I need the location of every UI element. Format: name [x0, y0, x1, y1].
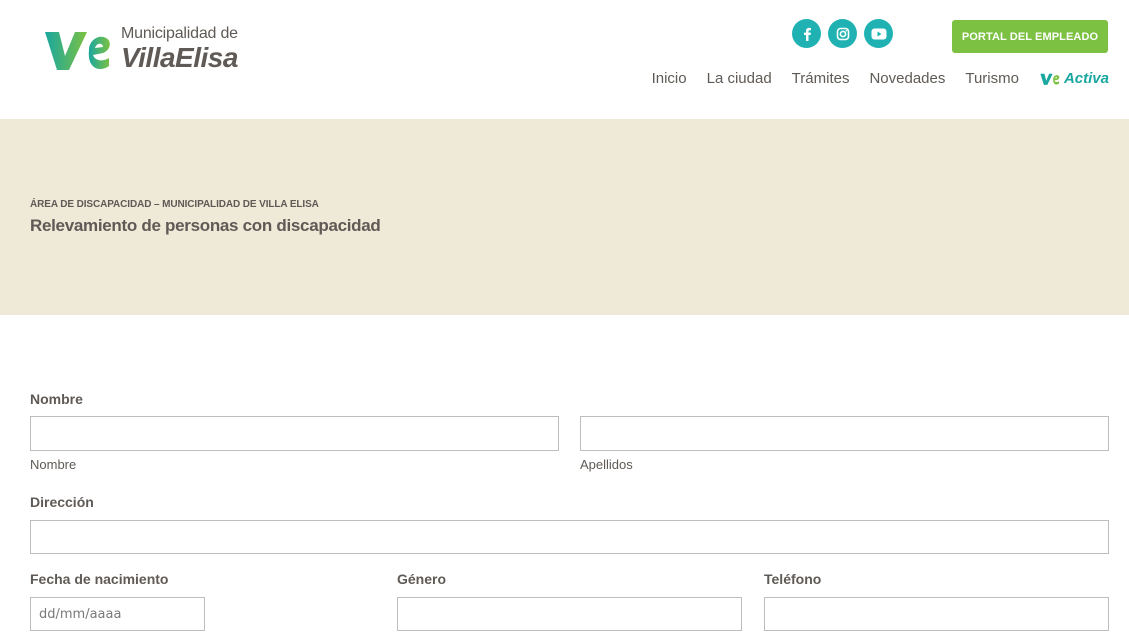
- logo-text-top: Municipalidad de: [121, 25, 238, 42]
- address-input[interactable]: [30, 520, 1109, 554]
- last-name-input[interactable]: [580, 416, 1109, 451]
- first-name-sublabel: Nombre: [30, 457, 77, 472]
- nav-item-la-ciudad[interactable]: La ciudad: [707, 70, 772, 87]
- logo-text-bottom: VillaElisa: [121, 42, 238, 73]
- youtube-icon: [871, 28, 886, 39]
- nav-item-ve-activa[interactable]: Activa: [1039, 70, 1109, 87]
- phone-input[interactable]: [764, 597, 1109, 631]
- ve-activa-logo-icon: [1040, 73, 1060, 85]
- nav-item-turismo[interactable]: Turismo: [965, 70, 1019, 87]
- banner-kicker: ÁREA DE DISCAPACIDAD – MUNICIPALIDAD DE …: [30, 199, 319, 210]
- fecha-nacimiento-label: Fecha de nacimiento: [30, 571, 169, 587]
- ve-logo-icon: [45, 32, 110, 70]
- genero-label: Género: [397, 571, 447, 587]
- nombre-label: Nombre: [30, 391, 83, 407]
- youtube-link[interactable]: [864, 19, 893, 48]
- site-header: Municipalidad de VillaElisa PORTAL DEL E…: [0, 0, 1129, 119]
- page-title: Relevamiento de personas con discapacida…: [30, 216, 381, 235]
- first-name-input[interactable]: [30, 416, 559, 451]
- nav-item-novedades[interactable]: Novedades: [869, 70, 945, 87]
- facebook-icon: [803, 27, 811, 41]
- instagram-link[interactable]: [828, 19, 857, 48]
- main-nav: Inicio La ciudad Trámites Novedades Turi…: [632, 70, 1109, 87]
- facebook-link[interactable]: [792, 19, 821, 48]
- nav-item-tramites[interactable]: Trámites: [792, 70, 850, 87]
- nav-item-inicio[interactable]: Inicio: [652, 70, 687, 87]
- page-banner: ÁREA DE DISCAPACIDAD – MUNICIPALIDAD DE …: [0, 119, 1129, 315]
- portal-empleado-button[interactable]: PORTAL DEL EMPLEADO: [952, 20, 1108, 53]
- birth-date-input[interactable]: [30, 597, 205, 631]
- instagram-icon: [836, 27, 849, 40]
- gender-input[interactable]: [397, 597, 742, 631]
- nav-activa-label: Activa: [1063, 70, 1109, 87]
- last-name-sublabel: Apellidos: [580, 457, 633, 472]
- site-logo[interactable]: Municipalidad de VillaElisa: [43, 26, 238, 74]
- social-links: [792, 19, 893, 48]
- telefono-label: Teléfono: [764, 571, 822, 587]
- direccion-label: Dirección: [30, 494, 94, 510]
